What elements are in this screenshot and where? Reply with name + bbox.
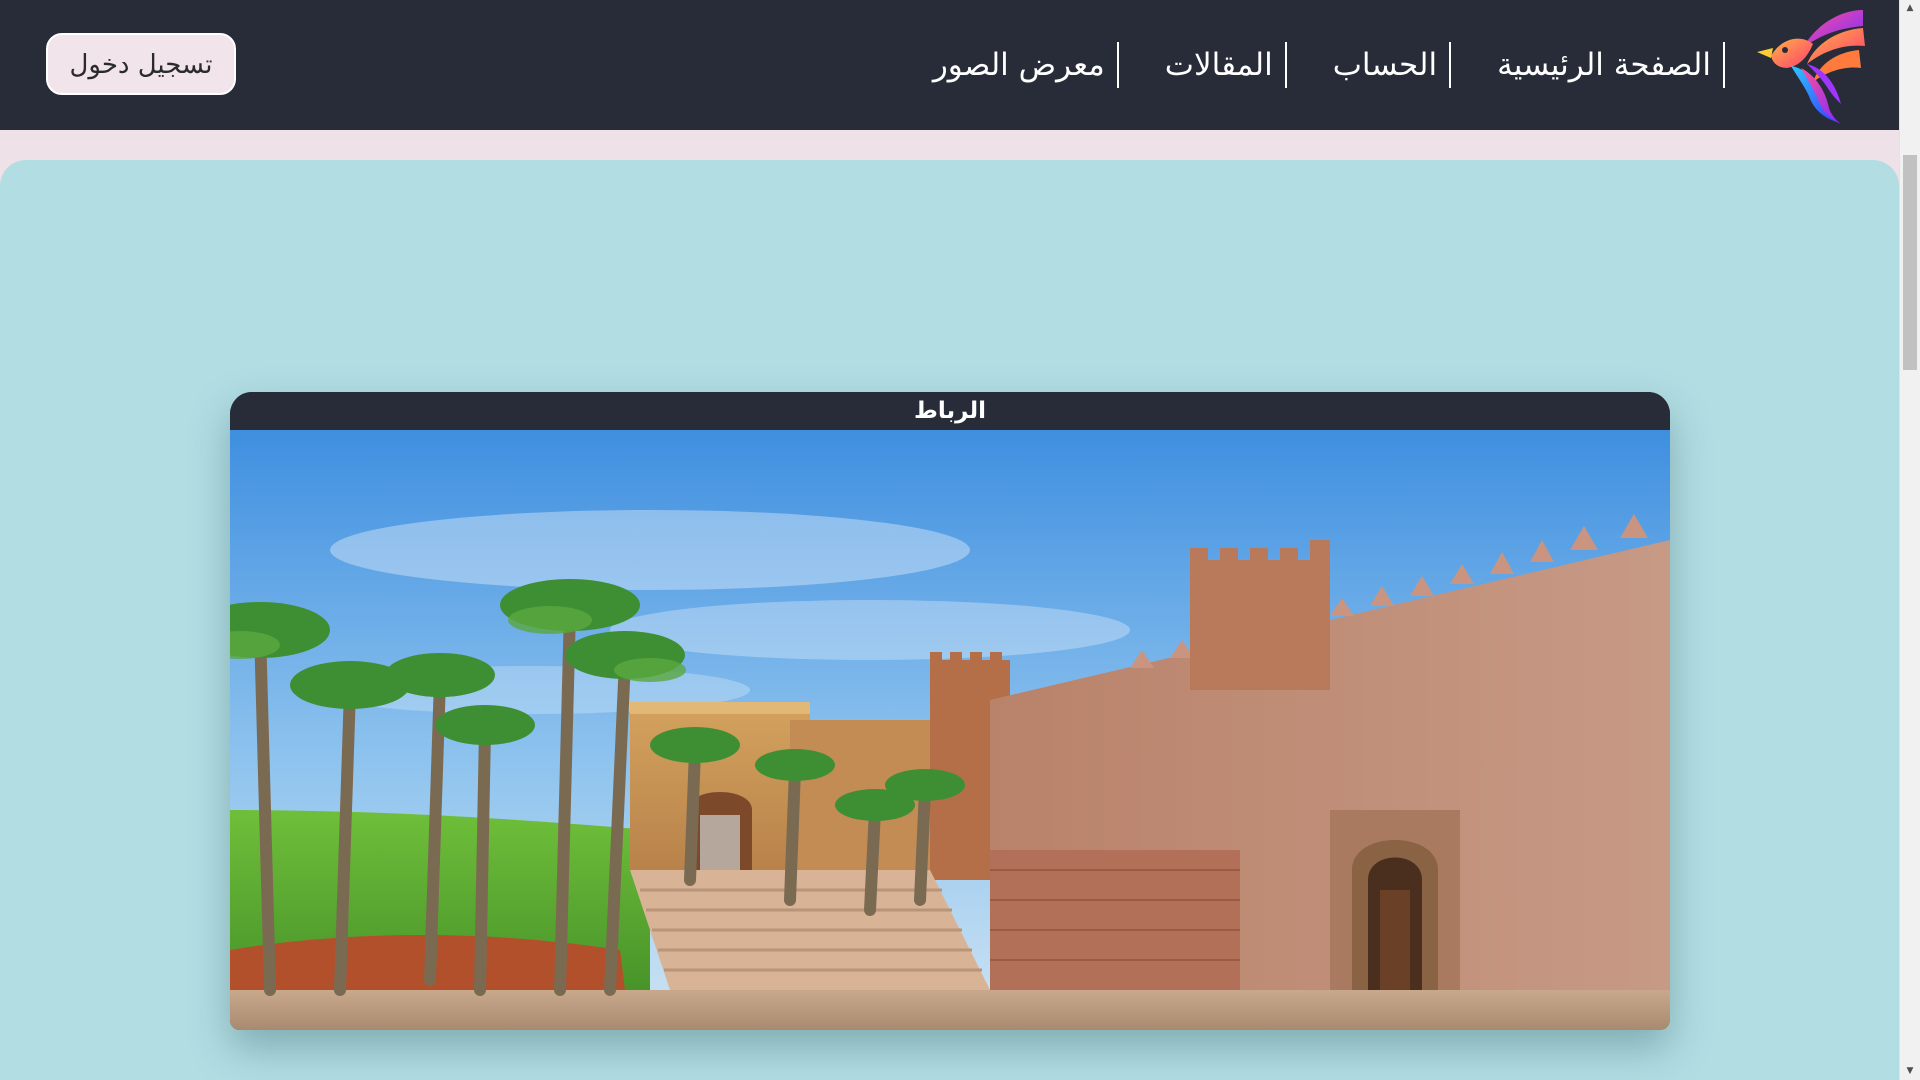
nav-separator	[1449, 42, 1452, 88]
nav-separator	[1284, 42, 1287, 88]
top-navbar: الصفحة الرئيسية الحساب المقالات معرض الص…	[0, 0, 1899, 130]
gallery-card[interactable]: الرباط	[230, 392, 1670, 1030]
vertical-scrollbar[interactable]: ▲ ▼	[1899, 0, 1920, 1080]
nav-link-home[interactable]: الصفحة الرئيسية	[1451, 41, 1723, 89]
nav-separator	[1116, 42, 1119, 88]
scrollbar-thumb[interactable]	[1903, 155, 1917, 370]
kasbah-oudayas-photo	[230, 430, 1670, 1030]
nav-link-account[interactable]: الحساب	[1287, 41, 1449, 89]
main-content-panel: الرباط	[0, 160, 1899, 1080]
nav-link-articles[interactable]: المقالات	[1119, 41, 1285, 89]
scroll-down-arrow-icon[interactable]: ▼	[1900, 1063, 1920, 1080]
main-nav: الصفحة الرئيسية الحساب المقالات معرض الص…	[933, 41, 1725, 89]
card-title: الرباط	[230, 392, 1670, 430]
page-viewport: الصفحة الرئيسية الحساب المقالات معرض الص…	[0, 0, 1899, 1080]
scroll-up-arrow-icon[interactable]: ▲	[1900, 0, 1920, 17]
nav-separator	[1723, 42, 1725, 88]
nav-link-gallery[interactable]: معرض الصور	[933, 41, 1117, 89]
colorful-bird-logo-icon[interactable]	[1751, 4, 1869, 124]
login-button[interactable]: تسجيل دخول	[46, 33, 236, 95]
